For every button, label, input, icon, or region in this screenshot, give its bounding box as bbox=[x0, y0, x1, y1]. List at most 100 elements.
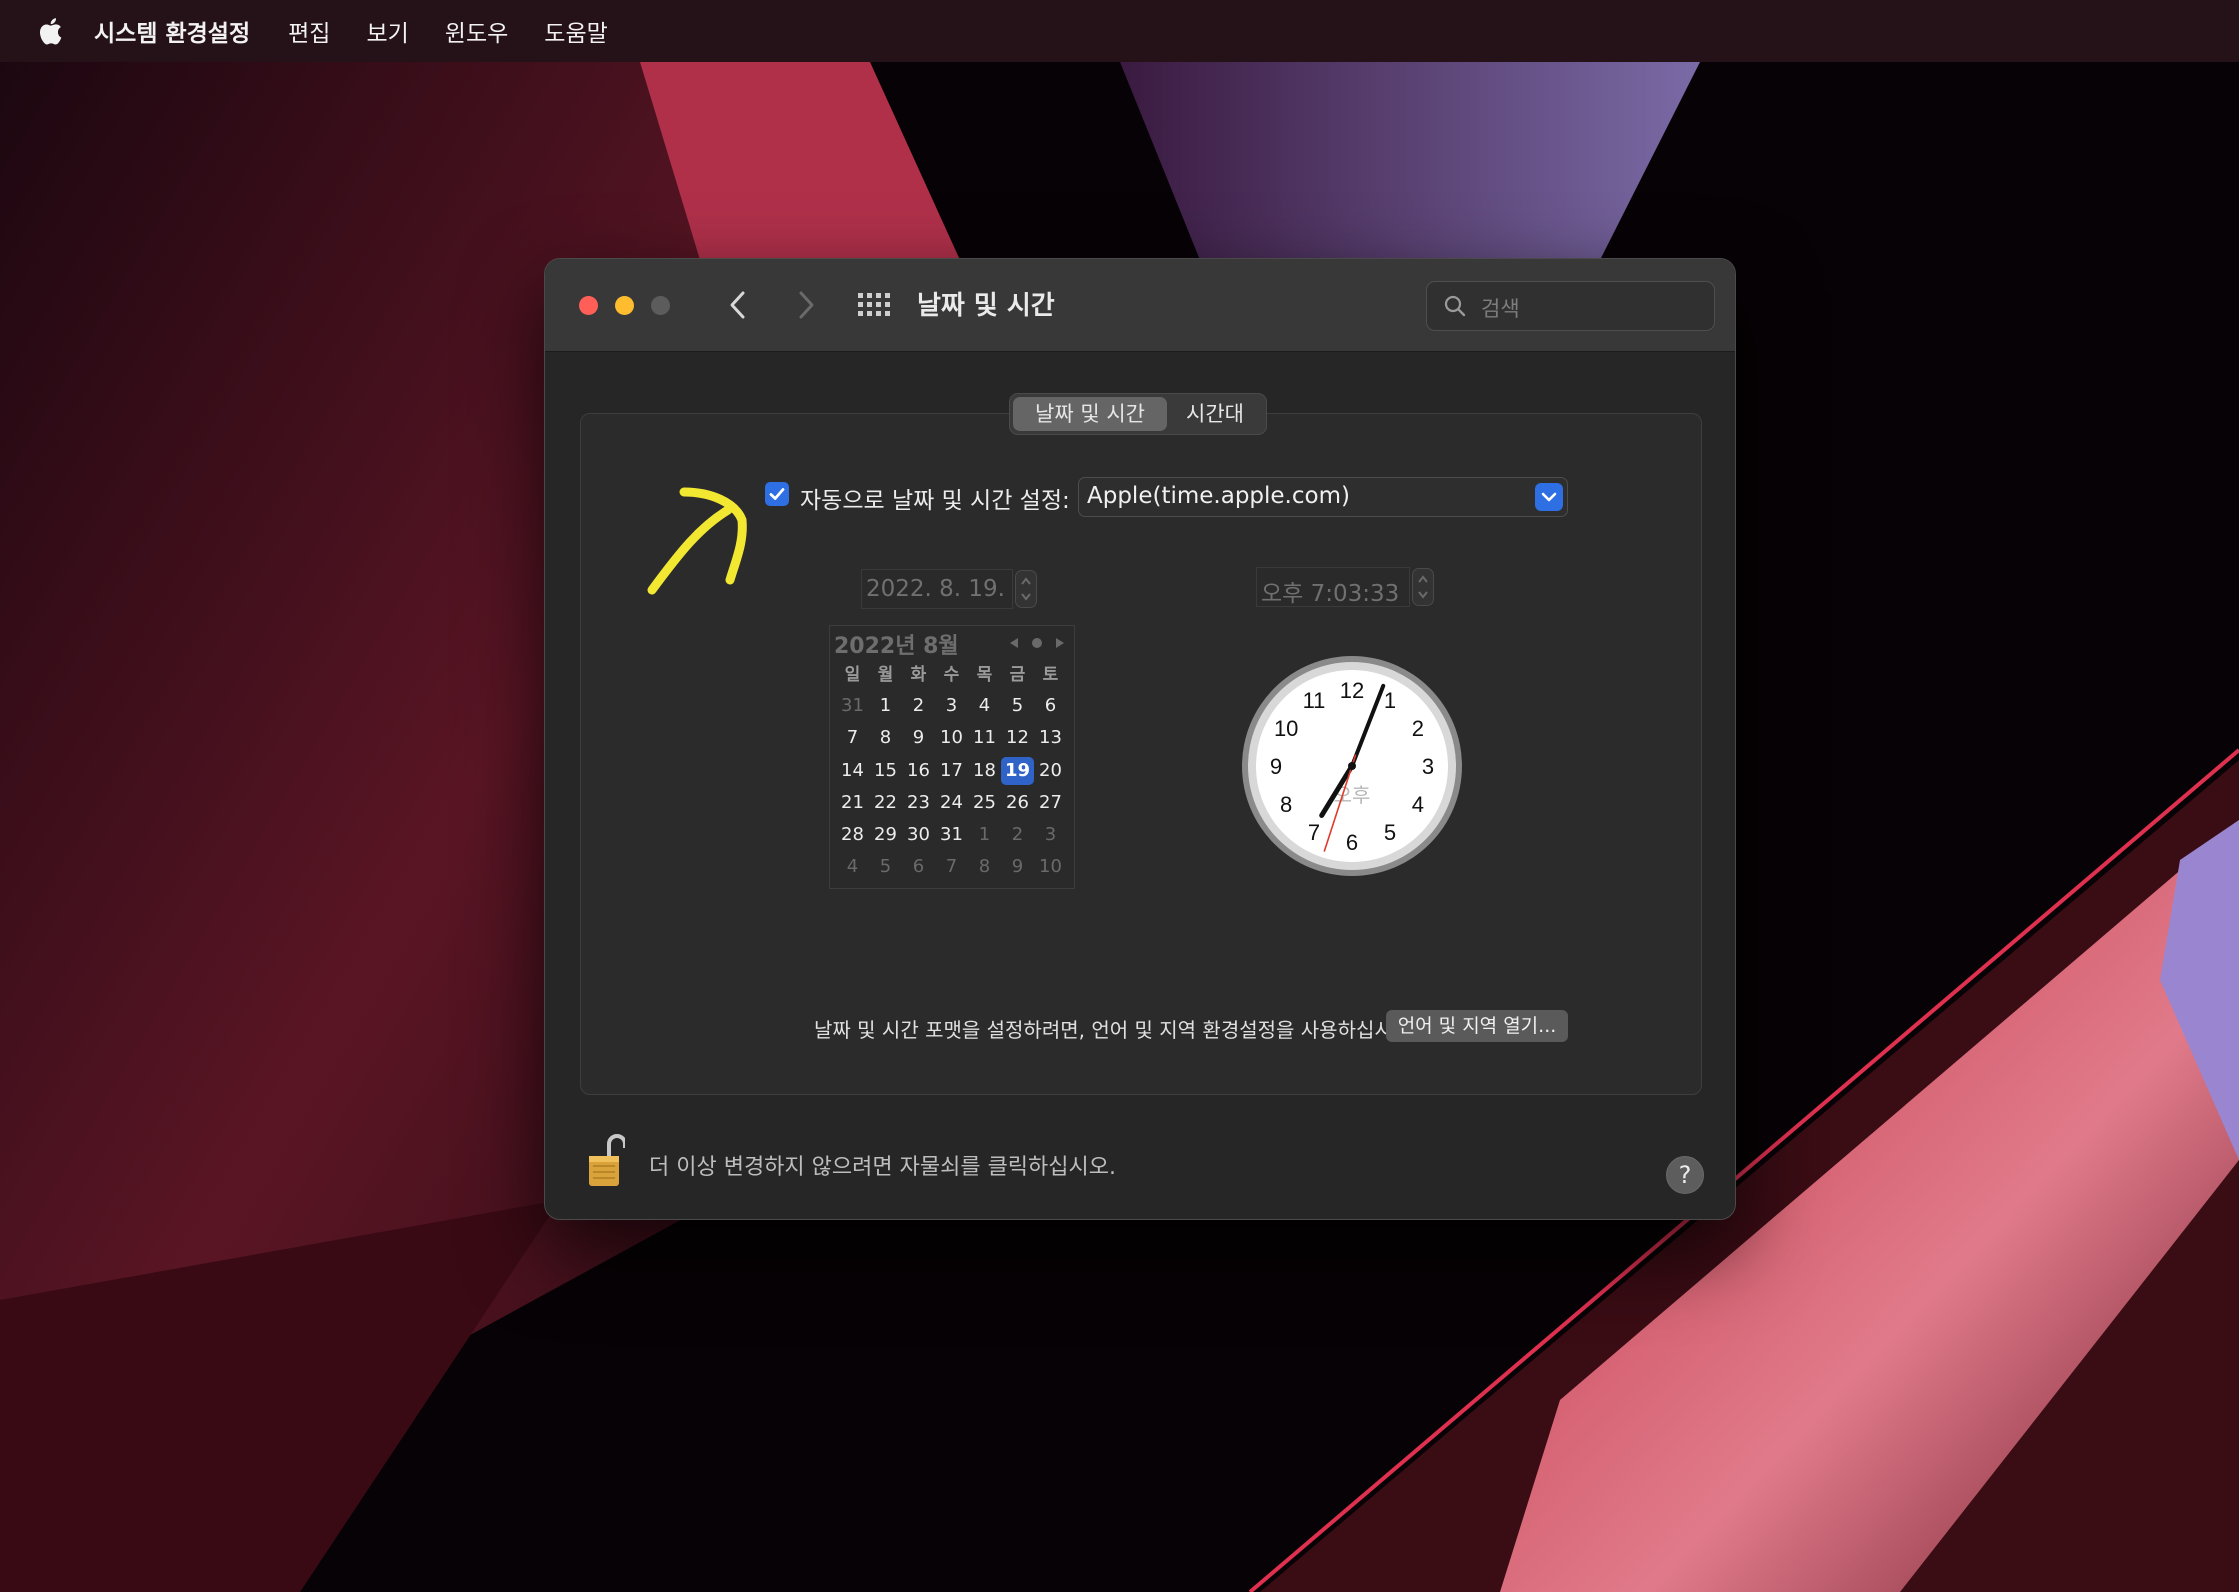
calendar-day[interactable]: 14 bbox=[836, 755, 869, 787]
calendar-day[interactable]: 6 bbox=[902, 851, 935, 883]
calendar-day[interactable]: 2 bbox=[1001, 819, 1034, 851]
weekday-label: 월 bbox=[877, 665, 894, 685]
calendar: 2022년 8월 일월화수목금토 31 1 2 3 4 5 6 7 8 9 10 11 12 13 14 15… bbox=[829, 625, 1075, 889]
calendar-day[interactable]: 8 bbox=[869, 722, 902, 754]
window-title: 날짜 및 시간 bbox=[917, 291, 1055, 321]
calendar-day[interactable]: 24 bbox=[935, 787, 968, 819]
date-value: 2022. 8. 19. bbox=[866, 576, 1005, 602]
tab-time-zone[interactable]: 시간대 bbox=[1167, 397, 1263, 431]
unlocked-padlock-icon[interactable] bbox=[587, 1132, 625, 1188]
checkmark-icon bbox=[769, 488, 785, 500]
clock-number: 6 bbox=[1346, 830, 1358, 855]
calendar-week-row: 14 15 16 17 18 19 20 bbox=[836, 755, 1074, 787]
calendar-day[interactable]: 22 bbox=[869, 787, 902, 819]
apple-logo-icon[interactable] bbox=[34, 15, 64, 47]
calendar-day[interactable]: 20 bbox=[1034, 755, 1067, 787]
calendar-day[interactable]: 26 bbox=[1001, 787, 1034, 819]
calendar-day[interactable]: 23 bbox=[902, 787, 935, 819]
calendar-day[interactable]: 4 bbox=[968, 690, 1001, 722]
time-server-dropdown[interactable]: Apple(time.apple.com) bbox=[1078, 477, 1568, 517]
zoom-button[interactable] bbox=[651, 296, 670, 315]
clock-number: 11 bbox=[1303, 688, 1326, 713]
menu-edit[interactable]: 편집 bbox=[288, 14, 330, 48]
calendar-day[interactable]: 9 bbox=[902, 722, 935, 754]
calendar-day[interactable]: 28 bbox=[836, 819, 869, 851]
weekday-label: 화 bbox=[910, 665, 927, 685]
menu-view[interactable]: 보기 bbox=[366, 14, 408, 48]
calendar-day[interactable]: 9 bbox=[1001, 851, 1034, 883]
menu-bar: 시스템 환경설정 편집 보기 윈도우 도움말 bbox=[0, 0, 2239, 62]
calendar-day[interactable]: 30 bbox=[902, 819, 935, 851]
clock-number: 2 bbox=[1412, 716, 1424, 741]
clock-center-pin bbox=[1348, 762, 1356, 770]
format-note-text: 날짜 및 시간 포맷을 설정하려면, 언어 및 지역 환경설정을 사용하십시오. bbox=[814, 1018, 1418, 1042]
search-placeholder: 검색 bbox=[1481, 297, 1520, 321]
calendar-day[interactable]: 16 bbox=[902, 755, 935, 787]
clock-number: 12 bbox=[1340, 678, 1364, 703]
close-button[interactable] bbox=[579, 296, 598, 315]
calendar-week-row: 7 8 9 10 11 12 13 bbox=[836, 722, 1074, 754]
calendar-day[interactable]: 27 bbox=[1034, 787, 1067, 819]
forward-chevron-icon[interactable] bbox=[787, 287, 823, 323]
show-all-grid-icon[interactable] bbox=[857, 291, 891, 319]
calendar-day[interactable]: 13 bbox=[1034, 722, 1067, 754]
calendar-day[interactable]: 1 bbox=[968, 819, 1001, 851]
minimize-button[interactable] bbox=[615, 296, 634, 315]
time-server-value: Apple(time.apple.com) bbox=[1087, 483, 1350, 509]
tab-bar: 날짜 및 시간 시간대 bbox=[1009, 393, 1267, 435]
back-chevron-icon[interactable] bbox=[721, 287, 757, 323]
calendar-day-selected[interactable]: 19 bbox=[1001, 756, 1034, 785]
calendar-day[interactable]: 29 bbox=[869, 819, 902, 851]
date-field[interactable]: 2022. 8. 19. bbox=[861, 569, 1013, 609]
search-field[interactable]: 검색 bbox=[1426, 281, 1715, 331]
menu-window[interactable]: 윈도우 bbox=[445, 14, 508, 48]
calendar-day[interactable]: 10 bbox=[1034, 851, 1067, 883]
calendar-day[interactable]: 2 bbox=[902, 690, 935, 722]
calendar-week-row: 31 1 2 3 4 5 6 bbox=[836, 690, 1074, 722]
calendar-day[interactable]: 17 bbox=[935, 755, 968, 787]
calendar-day[interactable]: 21 bbox=[836, 787, 869, 819]
time-stepper[interactable] bbox=[1412, 568, 1434, 606]
calendar-day[interactable]: 6 bbox=[1034, 690, 1067, 722]
lock-hint-text: 더 이상 변경하지 않으려면 자물쇠를 클릭하십시오. bbox=[649, 1155, 1117, 1180]
tab-date-time[interactable]: 날짜 및 시간 bbox=[1013, 397, 1167, 431]
calendar-day[interactable]: 5 bbox=[1001, 690, 1034, 722]
clock-number: 4 bbox=[1412, 792, 1424, 817]
calendar-day[interactable]: 12 bbox=[1001, 722, 1034, 754]
calendar-days-grid: 31 1 2 3 4 5 6 7 8 9 10 11 12 13 14 15 16 17 18 19 20 21 22 23 2… bbox=[830, 690, 1074, 884]
calendar-day[interactable]: 11 bbox=[968, 722, 1001, 754]
calendar-day[interactable]: 4 bbox=[836, 851, 869, 883]
clock-number: 5 bbox=[1384, 820, 1396, 845]
time-field[interactable]: 오후 7:03:33 bbox=[1256, 567, 1410, 607]
auto-set-checkbox[interactable] bbox=[765, 482, 789, 506]
stepper-arrows-icon bbox=[1418, 575, 1428, 599]
weekday-label: 목 bbox=[976, 665, 993, 685]
date-stepper[interactable] bbox=[1015, 570, 1037, 608]
weekday-label: 토 bbox=[1042, 665, 1059, 685]
stepper-arrows-icon bbox=[1021, 577, 1031, 601]
calendar-day[interactable]: 5 bbox=[869, 851, 902, 883]
calendar-day[interactable]: 31 bbox=[836, 690, 869, 722]
calendar-day[interactable]: 7 bbox=[935, 851, 968, 883]
weekday-label: 금 bbox=[1009, 665, 1026, 685]
calendar-week-row: 4 5 6 7 8 9 10 bbox=[836, 851, 1074, 883]
calendar-day[interactable]: 1 bbox=[869, 690, 902, 722]
clock-number: 7 bbox=[1308, 820, 1320, 845]
calendar-day[interactable]: 3 bbox=[1034, 819, 1067, 851]
calendar-day[interactable]: 3 bbox=[935, 690, 968, 722]
menu-app-name[interactable]: 시스템 환경설정 bbox=[94, 14, 250, 48]
calendar-day[interactable]: 25 bbox=[968, 787, 1001, 819]
title-bar: 날짜 및 시간 검색 bbox=[545, 259, 1735, 352]
menu-help[interactable]: 도움말 bbox=[544, 14, 607, 48]
calendar-week-row: 28 29 30 31 1 2 3 bbox=[836, 819, 1074, 851]
calendar-day[interactable]: 7 bbox=[836, 722, 869, 754]
help-button[interactable]: ? bbox=[1666, 1156, 1704, 1194]
calendar-day[interactable]: 15 bbox=[869, 755, 902, 787]
open-language-region-button[interactable]: 언어 및 지역 열기... bbox=[1386, 1010, 1568, 1042]
calendar-day[interactable]: 10 bbox=[935, 722, 968, 754]
clock-number: 9 bbox=[1270, 754, 1282, 779]
calendar-day[interactable]: 18 bbox=[968, 755, 1001, 787]
calendar-day[interactable]: 31 bbox=[935, 819, 968, 851]
calendar-day[interactable]: 8 bbox=[968, 851, 1001, 883]
calendar-navigation-icons[interactable] bbox=[1006, 632, 1068, 654]
